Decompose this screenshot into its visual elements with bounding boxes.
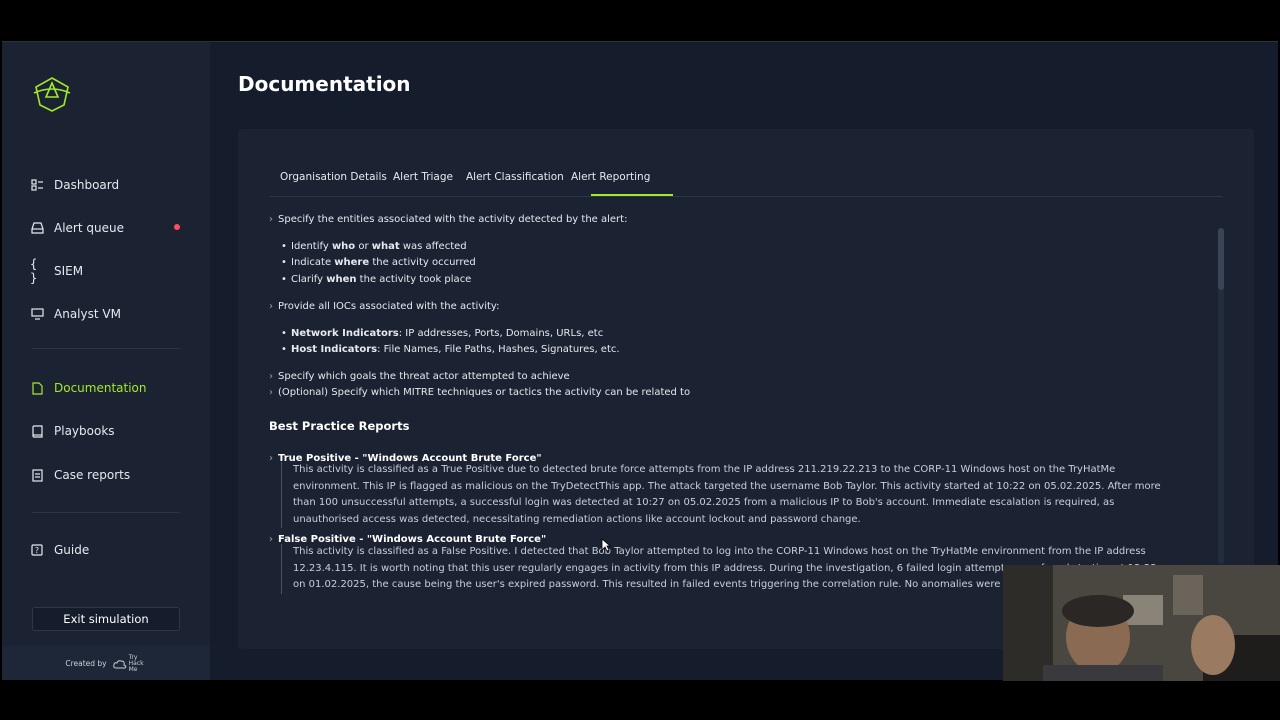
scrollbar-thumb[interactable] [1218, 228, 1224, 290]
sidebar-item-label: Case reports [54, 468, 131, 482]
sidebar-item-label: Dashboard [54, 178, 120, 192]
book-icon [30, 424, 44, 438]
sidebar-item-label: Playbooks [54, 424, 115, 438]
tab-alert-triage[interactable]: Alert Triage [393, 171, 453, 183]
best-practice-heading: Best Practice Reports [269, 419, 410, 433]
content-scrollbar[interactable] [1218, 228, 1224, 564]
sidebar-item-label: Analyst VM [54, 307, 121, 321]
list-item: Host Indicators: File Names, File Paths,… [281, 344, 620, 355]
webcam-feed-image [1003, 565, 1280, 681]
list-item: › Provide all IOCs associated with the ac… [269, 301, 500, 312]
monitor-icon [30, 307, 44, 321]
dashboard-icon [30, 178, 44, 192]
tab-bar: Organisation Details Alert Triage Alert … [269, 167, 1222, 197]
list-item: › (Optional) Specify which MITRE techniqu… [269, 387, 691, 398]
inbox-icon [30, 221, 44, 235]
sidebar-divider [32, 348, 180, 349]
exit-simulation-button[interactable]: Exit simulation [32, 607, 180, 631]
unread-alert-dot [174, 224, 180, 230]
list-item: Network Indicators: IP addresses, Ports,… [281, 328, 603, 339]
mouse-cursor-icon [601, 538, 611, 552]
tab-organisation-details[interactable]: Organisation Details [280, 171, 387, 183]
sidebar-item-siem[interactable]: { } SIEM [30, 257, 84, 285]
list-item: Identify who or what was affected [281, 241, 467, 252]
sidebar-divider [32, 512, 180, 513]
letterbox-top [0, 0, 1280, 38]
list-item: Clarify when the activity took place [281, 274, 471, 285]
sidebar-item-label: Guide [54, 543, 90, 557]
sidebar-item-label: SIEM [54, 264, 84, 278]
footer-label: Created by [65, 659, 107, 668]
sidebar-item-documentation[interactable]: Documentation [30, 376, 147, 400]
report-icon [30, 468, 44, 482]
code-braces-icon: { } [30, 257, 38, 285]
logo-icon [33, 77, 71, 112]
chevron-right-icon: › [269, 371, 273, 382]
chevron-right-icon: › [269, 453, 273, 464]
tab-alert-classification[interactable]: Alert Classification [466, 171, 564, 183]
chevron-right-icon: › [269, 301, 273, 312]
page-title: Documentation [238, 72, 411, 96]
sidebar-footer: Created by Try Hack Me [2, 646, 210, 680]
svg-text:?: ? [35, 546, 39, 555]
sidebar-item-analyst-vm[interactable]: Analyst VM [30, 302, 121, 326]
tryhackme-logo-icon: Try Hack Me [112, 653, 147, 673]
sidebar-item-playbooks[interactable]: Playbooks [30, 419, 115, 443]
letterbox-bottom [0, 681, 1280, 720]
list-item: › Specify the entities associated with th… [269, 214, 628, 225]
sidebar-item-case-reports[interactable]: Case reports [30, 463, 130, 487]
sidebar: Dashboard Alert queue { } SIEM Analyst V… [2, 42, 210, 680]
chevron-right-icon: › [269, 387, 273, 398]
active-tab-indicator [591, 194, 673, 196]
sidebar-item-label: Alert queue [54, 221, 124, 235]
sidebar-item-alert-queue[interactable]: Alert queue [30, 216, 124, 240]
chevron-right-icon: › [269, 214, 273, 225]
document-icon [30, 381, 44, 395]
sidebar-item-dashboard[interactable]: Dashboard [30, 173, 119, 197]
alert-reporting-content: › Specify the entities associated with th… [269, 214, 1199, 594]
webcam-overlay [1003, 565, 1280, 681]
chevron-right-icon: › [269, 534, 273, 545]
list-item: › Specify which goals the threat actor at… [269, 371, 570, 382]
sidebar-item-label: Documentation [54, 381, 147, 395]
list-item: Indicate where the activity occurred [281, 257, 476, 268]
footer-brand: Try Hack Me [128, 653, 144, 673]
report-body: This activity is classified as a True Po… [281, 462, 1161, 528]
sidebar-item-guide[interactable]: ? Guide [30, 538, 89, 562]
help-icon: ? [30, 543, 44, 557]
